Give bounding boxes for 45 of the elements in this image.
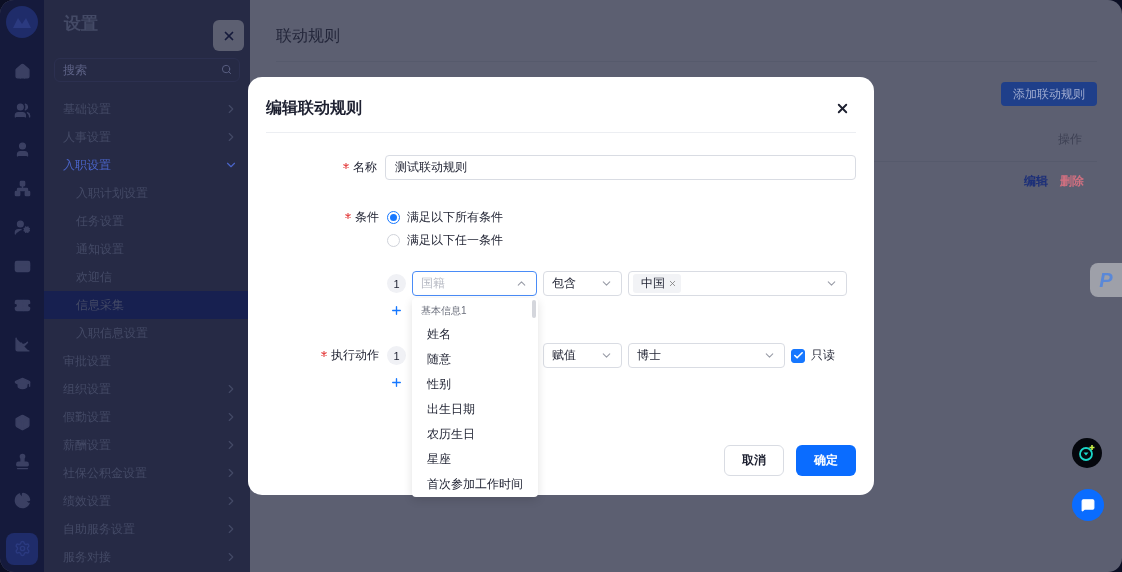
floating-badge[interactable]: P <box>1090 263 1122 297</box>
value-tag: 中国 <box>633 274 681 293</box>
dropdown-option[interactable]: 星座 <box>412 447 538 472</box>
dropdown-option[interactable]: 姓名 <box>412 322 538 347</box>
field-label: 执行动作 <box>266 343 379 368</box>
compass-icon <box>1078 444 1096 462</box>
close-icon <box>835 101 850 116</box>
dropdown-option[interactable]: 农历生日 <box>412 422 538 447</box>
name-field[interactable]: 测试联动规则 <box>384 155 856 180</box>
edit-link[interactable]: 编辑 <box>1024 173 1048 190</box>
page-title: 联动规则 <box>276 26 1097 62</box>
close-button[interactable] <box>835 101 850 116</box>
value-select[interactable]: 博士 <box>628 343 785 368</box>
option-group-label: 基本信息1 <box>420 304 468 318</box>
delete-link[interactable]: 删除 <box>1060 173 1084 190</box>
operator-select[interactable]: 包含 <box>543 271 622 296</box>
radio-label: 满足以下任一条件 <box>407 232 503 249</box>
dialog-title: 编辑联动规则 <box>266 98 362 118</box>
add-icon[interactable] <box>390 303 403 317</box>
checkbox[interactable] <box>791 348 805 363</box>
value-select[interactable]: 中国 <box>628 271 847 296</box>
nav-icon[interactable] <box>6 533 38 565</box>
field-label: 条件 <box>266 206 379 229</box>
chat-button[interactable] <box>1072 489 1104 521</box>
search-icon <box>221 64 232 75</box>
index-badge: 1 <box>387 346 406 365</box>
logo-icon <box>6 6 38 38</box>
remove-icon[interactable] <box>668 279 677 288</box>
cancel-button[interactable]: 取消 <box>724 445 784 476</box>
checkbox-label: 只读 <box>811 347 835 364</box>
dropdown-option[interactable]: 性别 <box>412 372 538 397</box>
dropdown-option[interactable]: 随意 <box>412 347 538 372</box>
index-badge: 1 <box>387 274 406 293</box>
dropdown-option[interactable]: 出生日期 <box>412 397 538 422</box>
message-icon <box>1081 498 1095 512</box>
search-field[interactable]: 搜索 <box>54 58 240 82</box>
confirm-button[interactable]: 确定 <box>796 445 856 476</box>
menu-item[interactable]: 入职设置 <box>44 151 250 179</box>
dropdown-option[interactable]: 首次参加工作时间 <box>412 472 538 497</box>
add-icon[interactable] <box>390 375 403 389</box>
field-label: 名称 <box>266 155 377 180</box>
radio-label: 满足以下所有条件 <box>407 209 503 226</box>
operator-select[interactable]: 赋值 <box>543 343 622 368</box>
add-rule-button[interactable]: 添加联动规则 <box>1001 82 1097 106</box>
assistant-button[interactable] <box>1072 438 1102 468</box>
